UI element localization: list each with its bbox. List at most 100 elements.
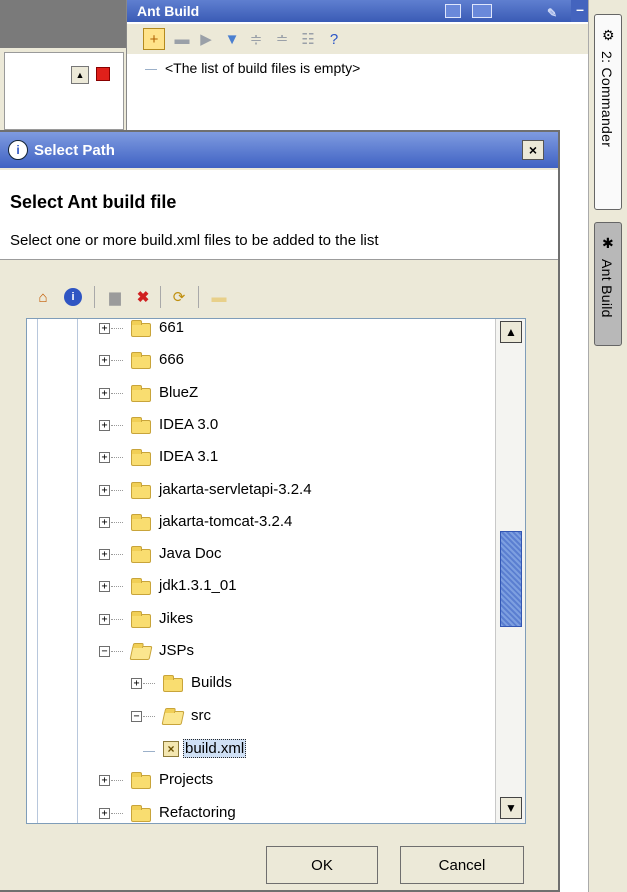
tree-item-label: 666 — [159, 351, 185, 369]
empty-list-message: <The list of build files is empty> — [165, 60, 361, 76]
expand-icon[interactable]: + — [99, 613, 110, 625]
tree-row[interactable]: − JSPs — [27, 636, 493, 668]
collapse-all-icon[interactable]: ≐ — [271, 28, 293, 50]
right-tool-strip: ⚙ 2: Commander ✱ Ant Build — [588, 0, 627, 892]
delete-icon[interactable]: ✖ — [132, 286, 154, 308]
tree-connector — [111, 328, 123, 329]
new-folder-icon[interactable]: ▆ — [104, 286, 126, 308]
expand-icon[interactable]: + — [99, 419, 110, 431]
folder-icon — [131, 449, 151, 467]
tree-item-label: Refactoring — [159, 803, 236, 821]
ant-build-window: Ant Build ✎ – + ▬ ▶ ▼ ≑ ≐ ☷ ? <The list … — [126, 0, 589, 130]
folder-icon — [131, 352, 151, 370]
tree-connector — [111, 812, 123, 814]
tree-row[interactable]: + jakarta-tomcat-3.2.4 — [27, 507, 493, 539]
tree-row[interactable]: − src — [27, 701, 493, 733]
tab-commander[interactable]: ⚙ 2: Commander — [594, 14, 622, 210]
collapse-icon[interactable]: − — [131, 710, 142, 722]
expand-icon[interactable]: + — [131, 678, 142, 690]
filter-icon[interactable]: ▼ — [221, 28, 243, 50]
properties-icon[interactable]: ☷ — [297, 28, 319, 50]
expand-icon[interactable]: + — [99, 549, 110, 561]
tree-row[interactable]: + Builds — [27, 668, 493, 700]
error-marker-icon[interactable] — [96, 67, 110, 81]
tree-connector — [111, 651, 123, 652]
run-icon[interactable]: ▶ — [195, 28, 217, 50]
expand-icon[interactable]: + — [99, 387, 110, 399]
expand-icon[interactable]: + — [99, 807, 110, 819]
tree-connector — [111, 554, 123, 556]
tree-connector — [111, 489, 123, 491]
build-files-list: <The list of build files is empty> — [145, 60, 360, 76]
ant-build-title: Ant Build — [137, 3, 200, 19]
add-icon[interactable]: + — [143, 28, 165, 50]
tree-row[interactable]: × build.xml — [27, 733, 493, 765]
scroll-thumb[interactable] — [500, 531, 522, 627]
file-tree[interactable]: +661 +666 + BlueZ + IDEA 3.0 + IDEA 3.1 + jakarta… — [26, 318, 526, 824]
tree-row[interactable]: + jdk1.3.1_01 — [27, 571, 493, 603]
tab-ant-build[interactable]: ✱ Ant Build — [594, 222, 622, 346]
tree-connector — [111, 586, 123, 588]
expand-icon[interactable]: + — [99, 484, 110, 496]
folder-open-icon — [129, 646, 153, 660]
expand-icon[interactable]: + — [99, 452, 110, 464]
tree-item-label: 661 — [159, 319, 185, 336]
folder-icon — [131, 610, 151, 628]
tree-item-label: jakarta-servletapi-3.2.4 — [159, 480, 312, 498]
editor-panel — [4, 52, 124, 130]
expand-icon[interactable]: + — [99, 581, 110, 593]
tree-row[interactable]: + jakarta-servletapi-3.2.4 — [27, 475, 493, 507]
folder-icon — [131, 384, 151, 402]
tree-row[interactable]: + Refactoring — [27, 798, 493, 824]
tree-item-label: BlueZ — [159, 383, 199, 401]
home-icon[interactable]: ⌂ — [32, 286, 54, 308]
tree-connector — [111, 424, 123, 426]
close-button[interactable]: × — [522, 140, 544, 160]
refresh-icon[interactable]: ⟳ — [168, 286, 190, 308]
tree-row[interactable]: + Java Doc — [27, 539, 493, 571]
tree-row[interactable]: +666 — [27, 345, 493, 377]
cancel-button[interactable]: Cancel — [400, 846, 524, 884]
file-chooser-toolbar: ⌂ i ▆ ✖ ⟳ ▬ — [0, 282, 558, 312]
expand-icon[interactable]: + — [99, 355, 110, 367]
dock-window-icon[interactable] — [472, 4, 492, 18]
tree-connector — [111, 457, 123, 459]
expand-icon[interactable]: + — [99, 516, 110, 528]
tree-row[interactable]: + IDEA 3.0 — [27, 410, 493, 442]
scroll-down-icon[interactable]: ▼ — [500, 797, 522, 819]
tree-item-label: Jikes — [159, 609, 194, 627]
remove-icon[interactable]: ▬ — [171, 28, 193, 50]
commander-icon: ⚙ — [602, 27, 615, 43]
float-window-icon[interactable] — [445, 4, 461, 18]
ide-topbar — [0, 0, 126, 48]
show-hidden-icon[interactable]: ▬ — [208, 286, 230, 308]
toolbar-separator — [94, 286, 95, 308]
tree-row[interactable]: + BlueZ — [27, 378, 493, 410]
folder-icon — [131, 513, 151, 531]
expand-icon[interactable]: + — [99, 775, 110, 787]
help-icon[interactable]: ? — [323, 28, 345, 50]
scroll-up-arrow-icon[interactable]: ▲ — [71, 66, 89, 84]
tree-item-label: IDEA 3.0 — [159, 415, 219, 433]
scroll-up-icon[interactable]: ▲ — [500, 321, 522, 343]
tree-row[interactable]: + Projects — [27, 765, 493, 797]
tree-row[interactable]: +661 — [27, 319, 493, 345]
tree-item-label: jdk1.3.1_01 — [159, 577, 237, 595]
tree-item-label: Projects — [159, 771, 214, 789]
minimize-icon[interactable]: – — [571, 0, 589, 22]
pin-icon[interactable]: ✎ — [547, 2, 557, 24]
select-path-dialog: i Select Path × Select Ant build file Se… — [0, 130, 560, 892]
project-icon[interactable]: i — [62, 286, 84, 308]
tree-row[interactable]: + IDEA 3.1 — [27, 442, 493, 474]
tree-item-label: Java Doc — [159, 545, 222, 563]
tree-vertical-scrollbar[interactable]: ▲ ▼ — [495, 319, 525, 823]
tree-item-label: Builds — [191, 674, 232, 692]
toolbar-separator — [160, 286, 161, 308]
tree-row[interactable]: + Jikes — [27, 604, 493, 636]
expand-all-icon[interactable]: ≑ — [245, 28, 267, 50]
tree-connector — [111, 360, 123, 362]
collapse-icon[interactable]: − — [99, 646, 110, 657]
tab-commander-label: 2: Commander — [599, 51, 615, 148]
expand-icon[interactable]: + — [99, 323, 110, 334]
ok-button[interactable]: OK — [266, 846, 378, 884]
